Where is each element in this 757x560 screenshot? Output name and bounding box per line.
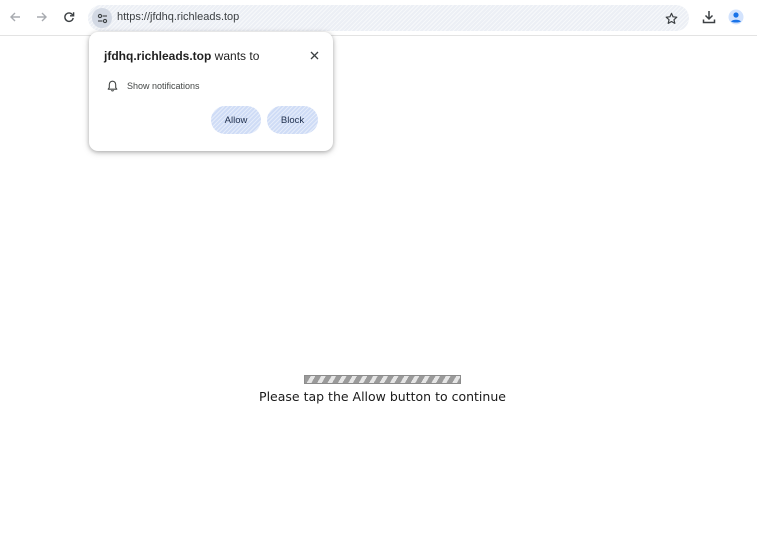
bookmark-button[interactable] xyxy=(663,10,679,26)
reload-button[interactable] xyxy=(58,6,80,28)
address-bar[interactable]: https://jfdhq.richleads.top xyxy=(88,5,689,31)
reload-icon xyxy=(64,12,75,22)
popup-close-button[interactable] xyxy=(307,48,321,62)
star-icon xyxy=(665,12,677,24)
permission-row: Show notifications xyxy=(106,79,200,93)
popup-domain: jfdhq.richleads.top xyxy=(104,49,212,63)
block-button[interactable]: Block xyxy=(267,106,318,134)
site-info-button[interactable] xyxy=(92,8,112,28)
profile-button[interactable] xyxy=(727,8,745,26)
popup-wants-to: wants to xyxy=(211,49,260,63)
instruction-message: Please tap the Allow button to continue xyxy=(259,389,506,404)
progress-fill xyxy=(305,376,460,383)
allow-button[interactable]: Allow xyxy=(211,106,261,134)
notification-permission-popup: jfdhq.richleads.top wants to Show notifi… xyxy=(89,32,333,151)
popup-title: jfdhq.richleads.top wants to xyxy=(104,49,259,63)
account-icon xyxy=(728,9,744,25)
back-button[interactable] xyxy=(4,6,26,28)
browser-toolbar: https://jfdhq.richleads.top xyxy=(0,0,757,36)
arrow-right-icon xyxy=(37,12,47,22)
permission-label: Show notifications xyxy=(127,81,200,91)
tune-icon xyxy=(97,13,107,23)
close-icon xyxy=(310,51,318,59)
url-text[interactable]: https://jfdhq.richleads.top xyxy=(117,11,239,23)
arrow-left-icon xyxy=(10,12,20,22)
forward-button[interactable] xyxy=(31,6,53,28)
loading-progress-bar xyxy=(304,375,461,384)
bell-icon xyxy=(106,80,118,92)
download-button[interactable] xyxy=(699,7,719,27)
download-icon xyxy=(702,11,716,24)
